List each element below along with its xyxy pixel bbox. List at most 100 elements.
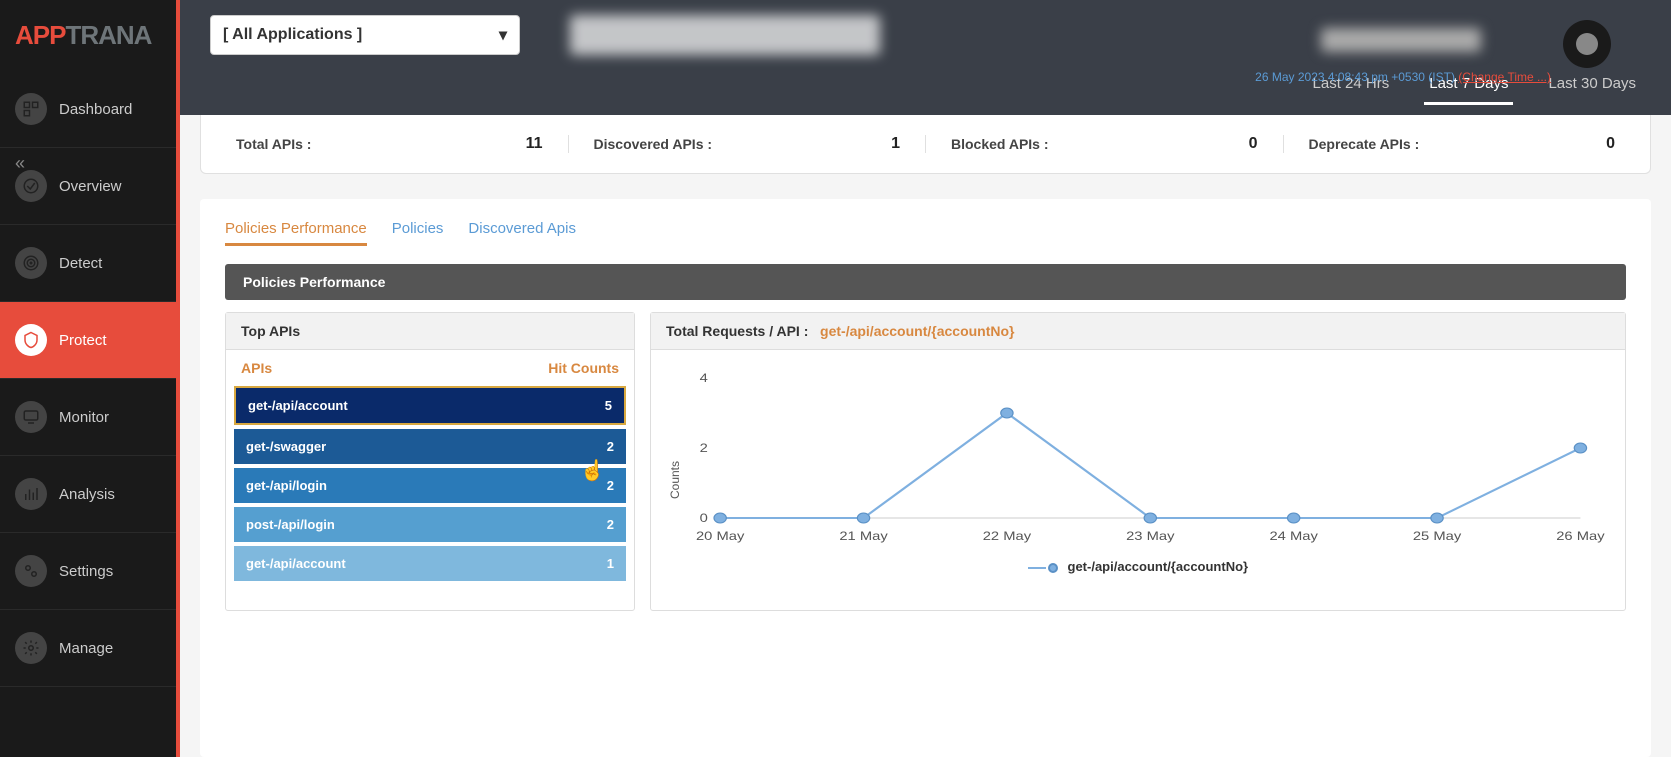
svg-text:26 May: 26 May [1556,529,1605,542]
top-apis-panel: Top APIs APIs Hit Counts get-/api/accoun… [225,312,635,611]
main-content: ▲ [ All Applications ] ▾ 26 May 2023 4:0… [180,0,1671,757]
col-header-hits: Hit Counts [548,360,619,376]
sidebar-item-monitor[interactable]: Monitor [0,379,176,456]
sidebar-item-label: Monitor [59,409,109,426]
analysis-icon [15,478,47,510]
content-box: Policies Performance Policies Discovered… [200,199,1651,757]
overview-icon [15,170,47,202]
stats-row: Total APIs : 11 Discovered APIs : 1 Bloc… [200,115,1651,174]
chart-header: Total Requests / API : get-/api/account/… [651,313,1625,350]
api-count: 2 [607,517,614,532]
sidebar: APPTRANA « Dashboard Overview Detect Pro… [0,0,180,757]
api-count: 2 [607,478,614,493]
username-label [1321,28,1481,52]
svg-text:23 May: 23 May [1126,529,1175,542]
user-icon [1576,33,1598,55]
api-row[interactable]: post-/api/login 2 [234,507,626,542]
stat-blocked-apis: Blocked APIs : 0 [926,135,1284,153]
logo-suffix: TRANA [65,20,151,50]
logo: APPTRANA [0,0,176,71]
sub-tab-policies[interactable]: Policies [392,214,444,246]
sidebar-item-label: Protect [59,332,107,349]
applications-dropdown[interactable]: [ All Applications ] ▾ [210,15,520,55]
stat-label: Blocked APIs : [951,136,1049,152]
sidebar-item-dashboard[interactable]: Dashboard [0,71,176,148]
app-instance-dropdown[interactable] [570,15,880,55]
logo-app: APP [15,20,65,50]
y-axis-label: Counts [668,461,682,499]
stat-value: 0 [1249,135,1258,153]
api-name: get-/api/login [246,478,327,493]
stat-total-apis: Total APIs : 11 [211,135,569,153]
chart-title-prefix: Total Requests / API : [666,323,808,339]
settings-icon [15,555,47,587]
legend-marker-icon [1048,563,1058,573]
sidebar-item-overview[interactable]: Overview [0,148,176,225]
stat-label: Deprecate APIs : [1309,136,1420,152]
api-row[interactable]: get-/api/account 5 [234,386,626,425]
api-row[interactable]: get-/swagger 2 [234,429,626,464]
detect-icon [15,247,47,279]
col-header-api: APIs [241,360,272,376]
sidebar-item-label: Overview [59,178,122,195]
collapse-sidebar-icon[interactable]: « [15,153,25,174]
legend-line-icon [1028,567,1046,569]
panel-title: Top APIs [226,313,634,350]
protect-icon [15,324,47,356]
api-name: get-/api/account [246,556,346,571]
api-row[interactable]: get-/api/login 2 [234,468,626,503]
timestamp-row: 26 May 2023 4:08:43 pm +0530 (IST) (Chan… [1255,70,1551,84]
sidebar-item-analysis[interactable]: Analysis [0,456,176,533]
api-count: 5 [605,398,612,413]
sidebar-item-label: Manage [59,640,113,657]
svg-text:2: 2 [700,441,708,454]
monitor-icon [15,401,47,433]
api-count: 2 [607,439,614,454]
header-bar: [ All Applications ] ▾ 26 May 2023 4:08:… [180,0,1671,65]
stat-deprecate-apis: Deprecate APIs : 0 [1284,135,1641,153]
sidebar-item-detect[interactable]: Detect [0,225,176,302]
api-name: post-/api/login [246,517,335,532]
chart-legend: get-/api/account/{accountNo} [671,559,1605,574]
time-tab-30d[interactable]: Last 30 Days [1543,65,1641,105]
sidebar-item-label: Dashboard [59,101,132,118]
chevron-down-icon: ▾ [499,25,507,45]
api-table-headers: APIs Hit Counts [226,350,634,386]
api-row[interactable]: get-/api/account 1 [234,546,626,581]
avatar[interactable] [1563,20,1611,68]
sub-tabs: Policies Performance Policies Discovered… [225,214,1626,246]
sidebar-item-manage[interactable]: Manage [0,610,176,687]
sidebar-item-label: Settings [59,563,113,580]
svg-text:21 May: 21 May [839,529,888,542]
manage-icon [15,632,47,664]
svg-text:4: 4 [700,371,709,384]
svg-text:20 May: 20 May [696,529,745,542]
sidebar-item-settings[interactable]: Settings [0,533,176,610]
stat-label: Total APIs : [236,136,311,152]
stat-value: 1 [891,135,900,153]
dashboard-icon [15,93,47,125]
svg-text:0: 0 [700,511,708,524]
api-name: get-/api/account [248,398,348,413]
chart-panel: Total Requests / API : get-/api/account/… [650,312,1626,611]
chart-body: Counts 0 2 4 20 May 21 May 22 May 23 May 24 May… [651,350,1625,610]
legend-label: get-/api/account/{accountNo} [1068,559,1249,574]
api-count: 1 [607,556,614,571]
sidebar-item-label: Detect [59,255,102,272]
change-time-link[interactable]: (Change Time ...) [1458,70,1551,84]
sidebar-item-label: Analysis [59,486,115,503]
stat-value: 11 [526,135,543,153]
sidebar-item-protect[interactable]: Protect [0,302,176,379]
line-chart: 02420 May21 May22 May23 May24 May25 May2… [671,368,1605,548]
sub-tab-discovered-apis[interactable]: Discovered Apis [468,214,576,246]
chart-api-name: get-/api/account/{accountNo} [820,323,1014,339]
svg-text:22 May: 22 May [983,529,1032,542]
api-name: get-/swagger [246,439,326,454]
stat-value: 0 [1606,135,1615,153]
timestamp-text: 26 May 2023 4:08:43 pm +0530 (IST) [1255,70,1455,84]
dropdown-selected: [ All Applications ] [223,26,362,44]
sub-tab-policies-performance[interactable]: Policies Performance [225,214,367,246]
stat-label: Discovered APIs : [594,136,713,152]
section-header: Policies Performance [225,264,1626,300]
svg-text:24 May: 24 May [1269,529,1318,542]
